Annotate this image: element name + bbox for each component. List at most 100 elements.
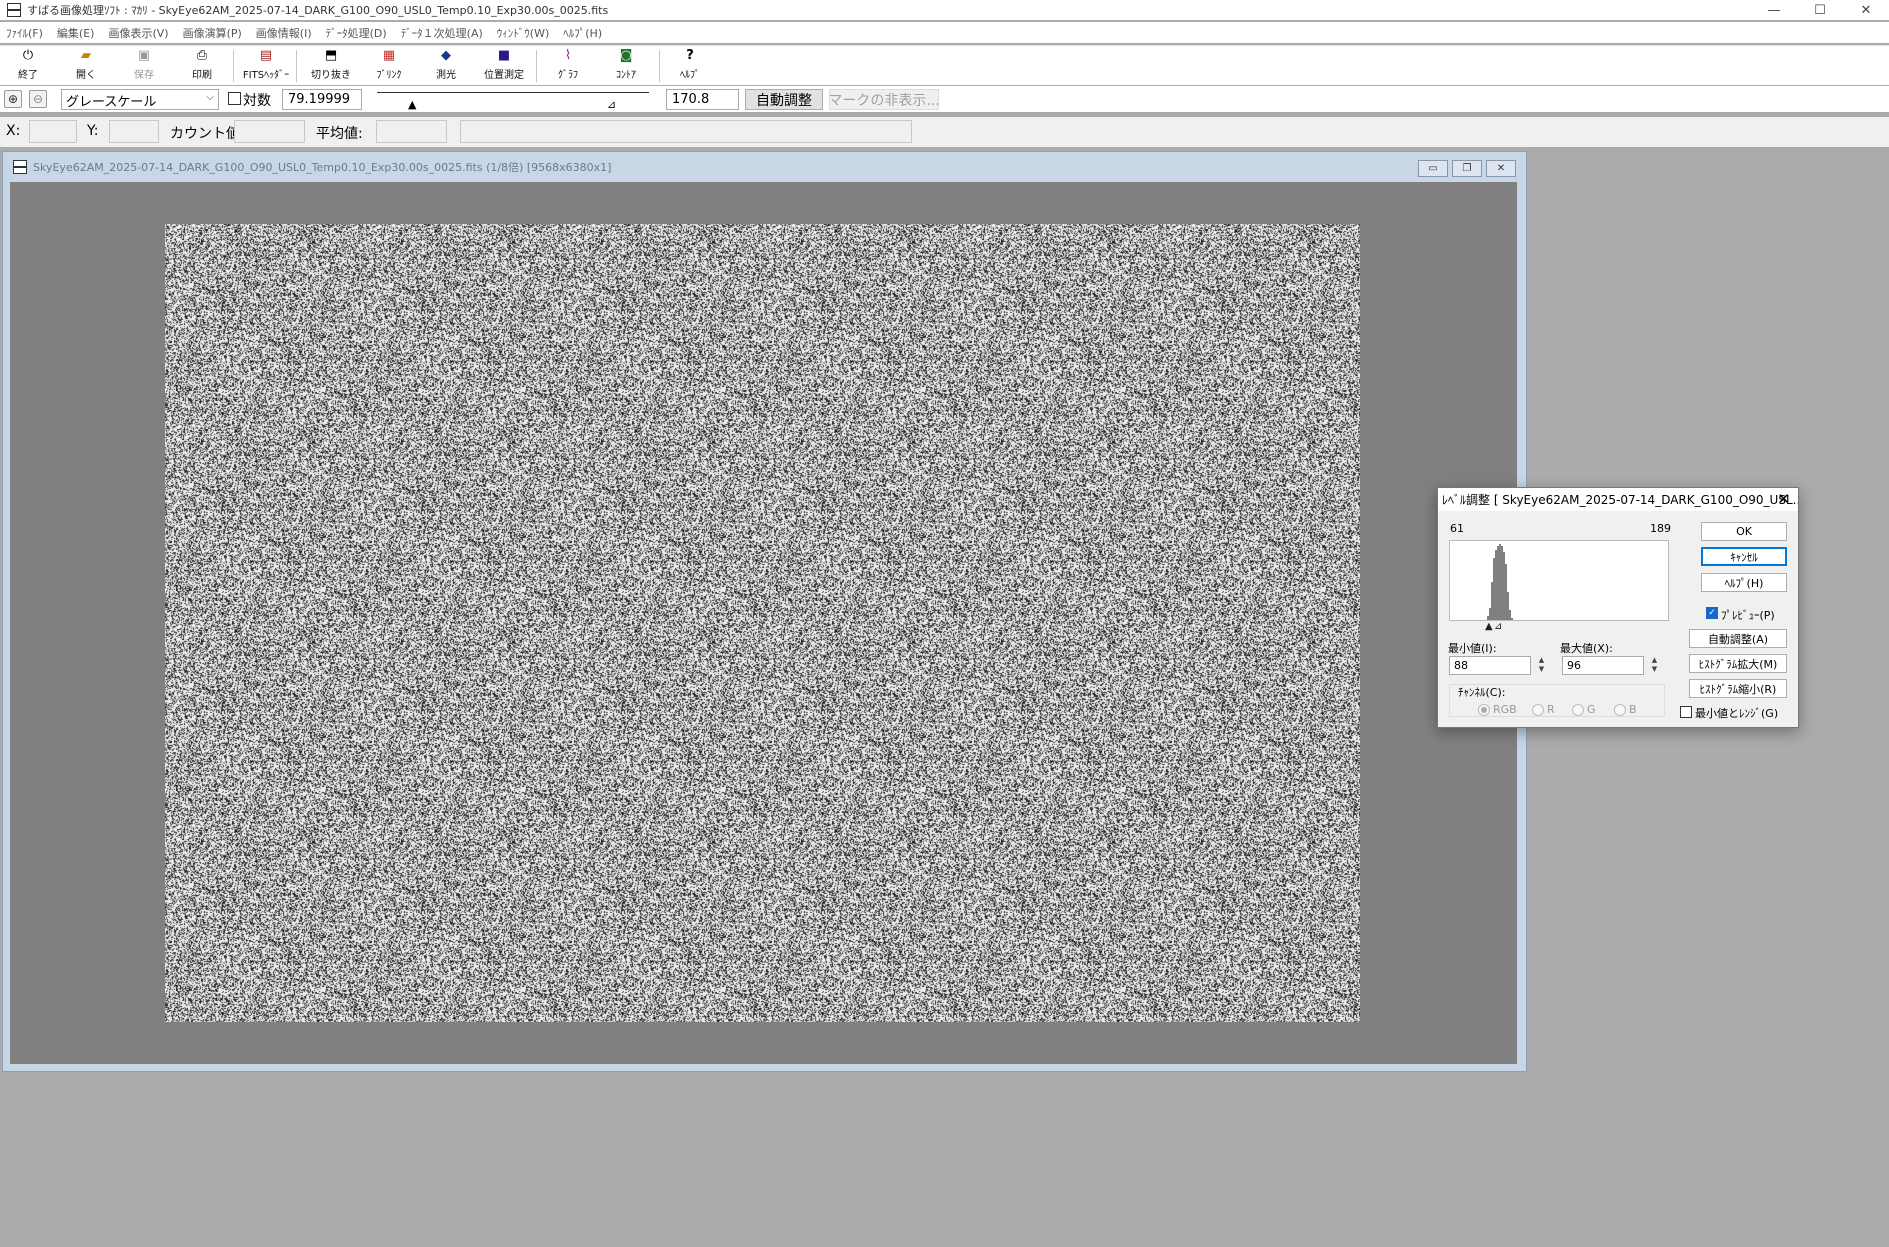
contour-icon: ◙: [619, 48, 633, 63]
min-value-field[interactable]: 88: [1449, 656, 1531, 675]
dialog-auto-adjust-button[interactable]: 自動調整(A): [1689, 629, 1787, 648]
menu-help[interactable]: ﾍﾙﾌﾟ(H): [563, 25, 602, 41]
channel-label: ﾁｬﾝﾈﾙ(C):: [1458, 686, 1506, 699]
x-label: X:: [6, 123, 21, 139]
menu-view[interactable]: 画像表示(V): [108, 25, 168, 41]
blink-button[interactable]: ▦ ﾌﾞﾘﾝｸ: [363, 48, 415, 84]
channel-b-radio[interactable]: B: [1614, 703, 1637, 716]
slider-max-thumb[interactable]: ⊿: [607, 99, 616, 110]
hist-max-label: 189: [1650, 522, 1671, 535]
ok-button[interactable]: OK: [1701, 522, 1787, 541]
hide-marks-button[interactable]: マークの非表示...: [828, 89, 940, 110]
status-bar: X: Y: カウント値: 平均値:: [0, 117, 1889, 147]
fits-header-icon: ▤: [259, 48, 273, 63]
toolbar-separator: [233, 50, 234, 82]
channel-g-radio[interactable]: G: [1572, 703, 1596, 716]
histogram-shrink-button[interactable]: ﾋｽﾄｸﾞﾗﾑ縮小(R): [1689, 679, 1787, 698]
image-minimize-button[interactable]: ▭: [1418, 160, 1448, 177]
log-checkbox[interactable]: [228, 92, 241, 105]
level-slider[interactable]: ▲ ⊿: [377, 89, 649, 111]
mean-value: [376, 120, 447, 143]
printer-icon: ⎙: [196, 48, 208, 63]
min-level-field[interactable]: 79.19999: [282, 89, 362, 110]
max-value-spinner[interactable]: ▲ ▼: [1648, 656, 1661, 675]
exit-button[interactable]: ⏻ 終了: [2, 48, 54, 84]
hist-max-marker[interactable]: ⊿: [1494, 622, 1502, 632]
menu-data[interactable]: ﾃﾞｰﾀ処理(D): [326, 25, 387, 41]
photometry-button[interactable]: ◆ 測光: [420, 48, 472, 84]
image-window-controls: ▭ ❐ ✕: [1414, 160, 1516, 177]
mean-label: 平均値:: [316, 126, 363, 142]
help-question-icon: ?: [686, 48, 694, 63]
menu-file[interactable]: ﾌｧｲﾙ(F): [6, 25, 43, 41]
max-level-field[interactable]: 170.8: [666, 89, 739, 110]
dialog-close-icon[interactable]: ✕: [1777, 490, 1790, 508]
channel-rgb-radio[interactable]: RGB: [1478, 703, 1517, 716]
min-range-label: 最小値とﾚﾝｼﾞ(G): [1695, 707, 1779, 720]
dialog-titlebar[interactable]: ﾚﾍﾞﾙ調整 [ SkyEye62AM_2025-07-14_DARK_G100…: [1438, 488, 1798, 511]
dialog-help-button[interactable]: ﾍﾙﾌﾟ(H): [1701, 573, 1787, 592]
fits-header-button[interactable]: ▤ FITSﾍｯﾀﾞｰ: [240, 48, 292, 84]
help-button[interactable]: ? ﾍﾙﾌﾟ: [664, 48, 716, 84]
maximize-button[interactable]: ☐: [1797, 0, 1843, 20]
min-range-checkbox[interactable]: [1680, 706, 1692, 718]
chevron-down-icon: ⌵: [206, 92, 214, 103]
menu-primary[interactable]: ﾃﾞｰﾀ１次処理(A): [401, 25, 483, 41]
color-mode-select[interactable]: グレースケール ⌵: [61, 89, 219, 110]
image-close-button[interactable]: ✕: [1486, 160, 1516, 177]
slider-min-thumb[interactable]: ▲: [408, 99, 416, 110]
menu-window[interactable]: ｳｨﾝﾄﾞｳ(W): [497, 25, 549, 41]
level-adjust-dialog: ﾚﾍﾞﾙ調整 [ SkyEye62AM_2025-07-14_DARK_G100…: [1437, 487, 1799, 728]
toolbar-separator: [536, 50, 537, 82]
window-controls: — ☐ ✕: [1751, 0, 1889, 20]
crop-button[interactable]: ⬒ 切り抜き: [305, 48, 357, 84]
histogram-bars: [1487, 544, 1513, 620]
app-icon: [7, 3, 21, 17]
min-value-spinner[interactable]: ▲ ▼: [1535, 656, 1548, 675]
radio-indicator: [1614, 703, 1626, 716]
zoom-in-icon[interactable]: ⊕: [4, 90, 22, 108]
close-button[interactable]: ✕: [1843, 0, 1889, 20]
dark-frame-image[interactable]: [165, 224, 1360, 1022]
menu-calc[interactable]: 画像演算(P): [183, 25, 242, 41]
image-window: SkyEye62AM_2025-07-14_DARK_G100_O90_USL0…: [2, 151, 1527, 1072]
display-control-bar: ⊕ ⊖ グレースケール ⌵ 対数 79.19999 ▲ ⊿ 170.8 自動調整…: [0, 86, 1889, 112]
histogram-expand-button[interactable]: ﾋｽﾄｸﾞﾗﾑ拡大(M): [1689, 654, 1787, 673]
cancel-button[interactable]: ｷｬﾝｾﾙ: [1701, 547, 1787, 566]
print-button[interactable]: ⎙ 印刷: [176, 48, 228, 84]
status-message: [460, 120, 912, 143]
y-label: Y:: [87, 123, 99, 139]
histogram[interactable]: [1449, 540, 1669, 621]
auto-adjust-button[interactable]: 自動調整: [745, 89, 823, 110]
floppy-icon: ▣: [137, 48, 151, 63]
contour-button[interactable]: ◙ ｺﾝﾄｱ: [600, 48, 652, 84]
max-value-field[interactable]: 96: [1562, 656, 1644, 675]
menu-edit[interactable]: 編集(E): [57, 25, 95, 41]
menu-info[interactable]: 画像情報(I): [256, 25, 312, 41]
hist-min-marker[interactable]: ▲: [1485, 622, 1493, 632]
minimize-button[interactable]: —: [1751, 0, 1797, 20]
preview-checkbox[interactable]: ✓: [1706, 607, 1718, 619]
log-label: 対数: [243, 93, 271, 109]
channel-r-radio[interactable]: R: [1532, 703, 1555, 716]
y-value: [109, 120, 159, 143]
preview-label: ﾌﾟﾚﾋﾞｭｰ(P): [1721, 609, 1775, 622]
radio-indicator: [1478, 703, 1490, 716]
image-window-titlebar[interactable]: SkyEye62AM_2025-07-14_DARK_G100_O90_USL0…: [3, 152, 1526, 182]
image-canvas[interactable]: [10, 182, 1517, 1064]
fits-file-icon: [13, 160, 27, 174]
blink-icon: ▦: [382, 48, 396, 63]
toolbar: ⏻ 終了 ▰ 開く ▣ 保存 ⎙ 印刷 ▤ FITSﾍｯﾀﾞｰ ⬒ 切り抜き ▦…: [0, 45, 1889, 85]
graph-button[interactable]: ⌇ ｸﾞﾗﾌ: [542, 48, 594, 84]
power-icon: ⏻: [22, 48, 34, 63]
zoom-out-icon[interactable]: ⊖: [29, 90, 47, 108]
open-button[interactable]: ▰ 開く: [60, 48, 112, 84]
save-button[interactable]: ▣ 保存: [118, 48, 170, 84]
slider-track: [377, 92, 649, 93]
image-window-title: SkyEye62AM_2025-07-14_DARK_G100_O90_USL0…: [33, 161, 612, 174]
photometry-icon: ◆: [441, 48, 451, 63]
max-value-label: 最大値(X):: [1560, 642, 1613, 655]
position-button[interactable]: ■ 位置測定: [478, 48, 530, 84]
image-restore-button[interactable]: ❐: [1452, 160, 1482, 177]
graph-icon: ⌇: [564, 48, 572, 63]
